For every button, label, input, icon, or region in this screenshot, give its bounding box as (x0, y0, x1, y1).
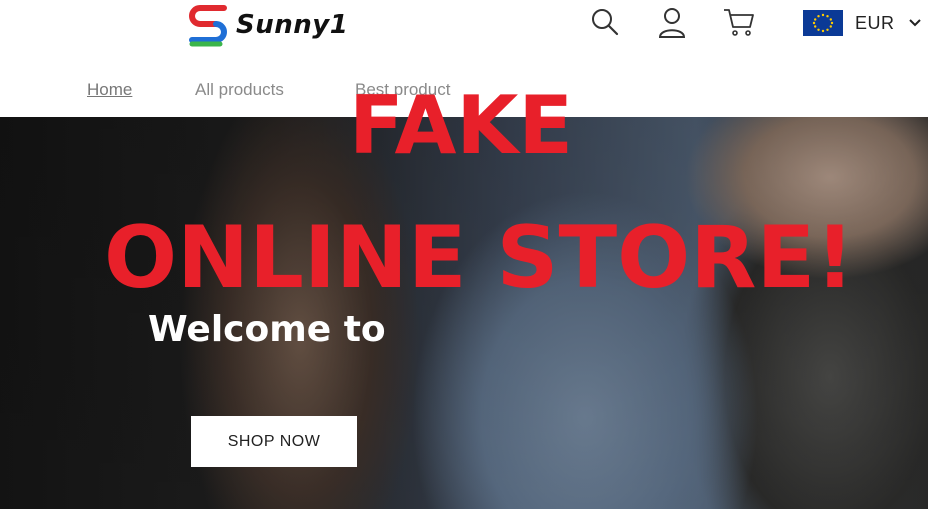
eu-flag-icon (803, 10, 843, 36)
logo[interactable]: Sunny1 (186, 0, 348, 50)
welcome-heading: Welcome to (148, 309, 386, 350)
nav-item-all-products[interactable]: All products (195, 80, 284, 100)
currency-label: EUR (855, 12, 895, 33)
nav-item-home[interactable]: Home (87, 80, 132, 100)
currency-selector[interactable]: EUR (803, 10, 921, 36)
account-icon[interactable] (654, 4, 690, 40)
hero-banner (0, 117, 928, 509)
cart-icon[interactable] (721, 4, 757, 40)
hero-image (0, 117, 928, 509)
fake-warning-line-2: ONLINE STORE! (104, 208, 855, 308)
search-icon[interactable] (587, 4, 623, 40)
fake-warning-line-1: FAKE (349, 79, 574, 172)
logo-text: Sunny1 (236, 10, 349, 40)
logo-mark (186, 0, 230, 50)
shop-now-button[interactable]: SHOP NOW (191, 416, 357, 467)
chevron-down-icon (908, 19, 921, 27)
